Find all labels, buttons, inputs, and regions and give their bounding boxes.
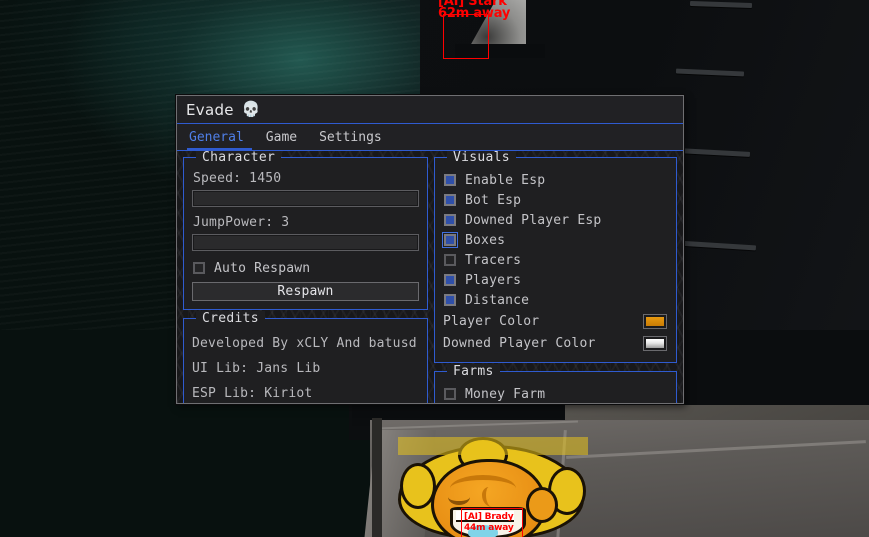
farms-group-label: Farms — [446, 364, 500, 379]
credits-group-label: Credits — [196, 311, 265, 326]
evade-cheat-window: Evade 💀 General Game Settings Character … — [176, 95, 684, 404]
auto-respawn-label: Auto Respawn — [214, 260, 311, 276]
speed-input[interactable] — [192, 190, 419, 207]
esp-distance-stark: 62m away — [438, 6, 511, 21]
credits-line-3: ESP Lib: Kiriot — [192, 386, 313, 401]
distance-label: Distance — [464, 292, 530, 308]
auto-respawn-row[interactable]: Auto Respawn — [193, 258, 419, 278]
players-row[interactable]: Players — [443, 270, 668, 290]
downed-player-color-label: Downed Player Color — [442, 335, 596, 351]
respawn-button[interactable]: Respawn — [192, 282, 419, 301]
money-farm-checkbox[interactable] — [443, 388, 456, 400]
auto-respawn-checkbox[interactable] — [193, 262, 205, 274]
money-farm-label: Money Farm — [464, 386, 546, 402]
downed-player-color-swatch[interactable] — [644, 336, 666, 350]
downed-player-esp-row[interactable]: Downed Player Esp — [443, 210, 668, 230]
visuals-group-label: Visuals — [446, 151, 516, 165]
downed-player-esp-checkbox[interactable] — [443, 214, 456, 226]
bot-esp-checkbox[interactable] — [443, 194, 456, 206]
character-group: Character Speed: 1450 JumpPower: 3 Auto … — [181, 151, 430, 312]
bot-esp-row[interactable]: Bot Esp — [443, 190, 668, 210]
enable-esp-checkbox[interactable] — [443, 174, 456, 186]
jump-power-input[interactable] — [192, 234, 419, 251]
bot-esp-label: Bot Esp — [464, 192, 522, 208]
distance-row[interactable]: Distance — [443, 290, 668, 310]
tracers-row[interactable]: Tracers — [443, 250, 668, 270]
tab-game[interactable]: Game — [264, 129, 305, 150]
right-column: Visuals Enable Esp Bot Esp Downed Player… — [431, 151, 680, 403]
npc-eye-left — [448, 489, 470, 505]
downed-player-color-row[interactable]: Downed Player Color — [443, 332, 668, 354]
enable-esp-row[interactable]: Enable Esp — [443, 170, 668, 190]
npc-ear — [526, 487, 558, 523]
scene-hair-overlap — [398, 437, 588, 455]
boxes-row[interactable]: Boxes — [441, 230, 668, 250]
credits-line-1: Developed By xCLY And batusd — [192, 336, 417, 351]
credits-group: Credits Developed By xCLY And batusd UI … — [181, 311, 430, 403]
money-farm-row[interactable]: Money Farm — [443, 384, 668, 403]
player-color-swatch[interactable] — [644, 314, 666, 328]
player-color-row[interactable]: Player Color — [443, 310, 668, 332]
scene-floor-pillar — [372, 418, 382, 537]
tab-settings[interactable]: Settings — [317, 129, 390, 150]
tracers-checkbox[interactable] — [443, 254, 456, 266]
page-title: Evade — [186, 100, 234, 119]
character-group-label: Character — [196, 151, 282, 165]
left-column: Character Speed: 1450 JumpPower: 3 Auto … — [181, 151, 430, 403]
players-checkbox[interactable] — [443, 274, 456, 286]
players-label: Players — [464, 272, 522, 288]
tab-bar: General Game Settings — [177, 124, 683, 150]
speed-label: Speed: 1450 — [193, 171, 282, 186]
skull-icon: 💀 — [241, 100, 261, 118]
farms-group: Farms Money Farm — [431, 364, 680, 403]
window-title-bar[interactable]: Evade 💀 — [177, 96, 683, 123]
esp-name-brady: [AI] Brady — [464, 512, 514, 522]
enable-esp-label: Enable Esp — [464, 172, 546, 188]
tab-general[interactable]: General — [187, 129, 252, 150]
tracers-label: Tracers — [464, 252, 522, 268]
npc-nose — [482, 487, 499, 507]
visuals-group: Visuals Enable Esp Bot Esp Downed Player… — [431, 151, 680, 365]
window-body: Character Speed: 1450 JumpPower: 3 Auto … — [177, 151, 683, 403]
esp-distance-brady: 44m away — [464, 523, 514, 533]
boxes-checkbox[interactable] — [441, 232, 458, 248]
screen: [AI] Stark 62m away [AI] Brady 44m away … — [0, 0, 869, 537]
distance-checkbox[interactable] — [443, 294, 456, 306]
player-color-label: Player Color — [442, 313, 540, 329]
jump-power-label: JumpPower: 3 — [193, 215, 290, 230]
boxes-label: Boxes — [464, 232, 506, 248]
credits-line-2: UI Lib: Jans Lib — [192, 361, 321, 376]
downed-player-esp-label: Downed Player Esp — [464, 212, 602, 228]
